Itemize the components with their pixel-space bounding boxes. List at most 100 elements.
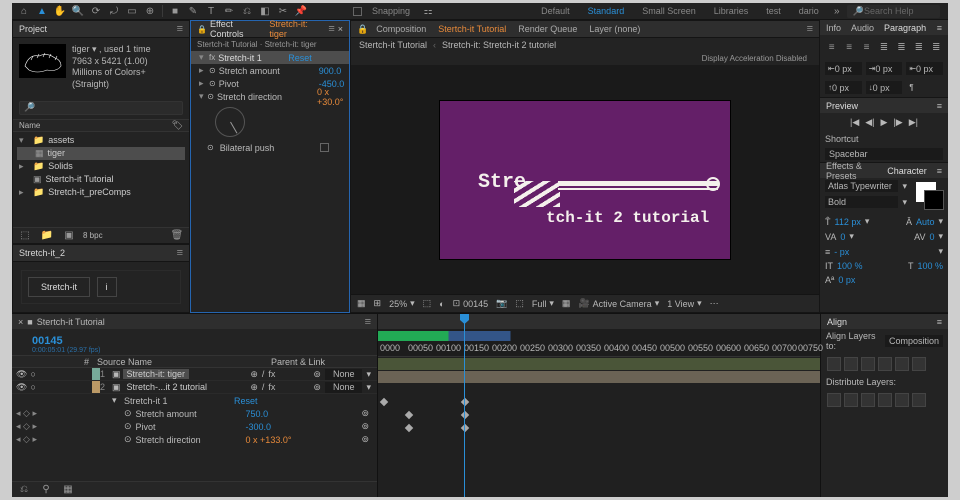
baseline[interactable]: 0 px [838,275,855,285]
keyframe[interactable] [461,411,469,419]
vf-channel-icon[interactable]: ◐ [439,299,444,309]
panel-menu-icon[interactable]: ≡ [937,101,942,111]
solo-icon[interactable]: ○ [30,369,35,380]
align-bottom-icon[interactable] [912,357,926,371]
solo-icon[interactable]: ○ [30,382,35,393]
font-family[interactable]: Atlas Typewriter [825,180,898,192]
layer-tab[interactable]: Layer (none) [585,24,644,34]
col-name[interactable]: Name [19,121,40,130]
prop-stretch-amount[interactable]: ◂ ◇ ▸⊙Stretch amount750.0⊚ [12,407,377,420]
param-stretch-amount[interactable]: Stretch amount [219,66,319,76]
stretch-it-info-button[interactable]: i [97,277,117,297]
dist-right-icon[interactable] [912,393,926,407]
vf-snapshot-icon[interactable]: 📷 [496,298,507,309]
para-rtl-icon[interactable]: ¶ [906,81,943,94]
align-right-icon[interactable]: ≡ [860,39,873,55]
tree-item-tiger[interactable]: ▦tiger [17,147,185,160]
first-frame-icon[interactable]: |◀ [850,117,859,128]
effect-name[interactable]: Stretch-it 1 [218,53,288,63]
align-left-icon[interactable] [827,357,841,371]
align-right-icon[interactable] [861,357,875,371]
panel-menu-icon[interactable]: ≡ [937,317,942,327]
shy-icon[interactable]: ⚲ [38,482,54,498]
tab-paragraph[interactable]: Paragraph [884,23,926,33]
angle-control[interactable] [215,107,245,137]
eraser-tool-icon[interactable]: ◧ [257,3,273,19]
breadcrumb-child[interactable]: Stretch-it: Stretch-it 2 tutoriel [442,40,556,50]
workspace-small[interactable]: Small Screen [634,6,704,16]
tree-folder-precomps[interactable]: ▸📁Stretch-it_preComps [17,186,185,199]
last-frame-icon[interactable]: ▶| [909,117,918,128]
bilateral-checkbox[interactable] [320,143,329,152]
comp-stage[interactable]: Stre tch-it 2 tutorial [440,101,730,259]
timeline-timecode-area[interactable]: 00145 0:00:05:01 (29.97 fps) [12,329,377,355]
toggle-switches-icon[interactable]: ⎌ [16,482,32,498]
panel-menu-icon[interactable]: ≡ [937,166,942,176]
playhead[interactable] [464,314,465,497]
tree-folder-solids[interactable]: ▸📁Solids [17,160,185,173]
effect-controls-tab[interactable]: Effect Controls [210,19,266,39]
workspace-overflow-icon[interactable]: » [829,3,845,19]
keyframe[interactable] [461,424,469,432]
bpc-toggle[interactable]: 8 bpc [83,231,103,240]
vf-alpha-icon[interactable]: ▦ [357,298,366,309]
workspace-test[interactable]: test [758,6,789,16]
keyframe[interactable] [461,398,469,406]
workspace-standard[interactable]: Standard [580,6,633,16]
brush-tool-icon[interactable]: ✏ [221,3,237,19]
timeline-track-area[interactable]: 0000 00050 00100 00150 00200 00250 00300… [378,314,820,497]
snapping-checkbox[interactable] [353,7,362,16]
scale-y[interactable]: 100 % [917,261,943,271]
dist-hcenter-icon[interactable] [895,393,909,407]
hand-tool-icon[interactable]: ✋ [52,3,68,19]
tracking[interactable]: 0 [929,232,934,242]
font-weight[interactable]: Bold [825,196,898,208]
pan-behind-tool-icon[interactable]: ⊕ [142,3,158,19]
frame-blend-icon[interactable]: ▦ [60,482,76,498]
align-left-icon[interactable]: ≡ [825,39,838,55]
panel-menu-icon[interactable]: ≡ [177,23,183,35]
project-search[interactable]: 🔎 [19,101,183,115]
selection-tool-icon[interactable]: ▲ [34,3,50,19]
dist-top-icon[interactable] [827,393,841,407]
timeline-tab[interactable]: Stertch-it Tutorial [37,317,105,327]
vf-time[interactable]: ⊡ 00145 [453,298,489,309]
vf-3d-icon[interactable]: ▦ [562,298,571,309]
tab-info[interactable]: Info [826,23,841,33]
align-top-icon[interactable] [878,357,892,371]
project-tab[interactable]: Project [19,24,47,34]
param-pivot[interactable]: Pivot [219,79,319,89]
param-direction-val[interactable]: 0 x +30.0° [317,87,349,107]
justify-left-icon[interactable]: ≣ [877,39,890,55]
layer-row-1[interactable]: 👁○ 1 ▣ Stretch-it: tiger ⊕/fx⊚None▾ [12,368,377,381]
scale-x[interactable]: 100 % [837,261,863,271]
vf-res-icon[interactable]: ⬚ [423,298,432,309]
close-icon[interactable]: × [338,24,343,34]
tab-character[interactable]: Character [887,166,927,176]
layer-name-1[interactable]: Stretch-it: tiger [123,369,190,379]
keyframe[interactable] [380,398,388,406]
col-tag-icon[interactable]: 🏷 [172,120,183,131]
home-icon[interactable]: ⌂ [16,3,32,19]
layer-bar-2[interactable] [378,371,820,383]
align-center-icon[interactable]: ≡ [842,39,855,55]
vf-zoom[interactable]: 25% ▾ [389,298,415,309]
color-swatches[interactable] [912,178,948,214]
keyframe[interactable] [405,411,413,419]
prev-frame-icon[interactable]: ◀| [865,117,874,128]
layer-row-2[interactable]: 👁○ 2 ▣ Stretch-...it 2 tutorial ⊕/fx⊚Non… [12,381,377,394]
vf-resolution[interactable]: Full ▾ [532,298,554,309]
render-queue-tab[interactable]: Render Queue [514,24,581,34]
parent-2[interactable]: None [325,382,363,393]
param-bilateral[interactable]: Bilateral push [220,143,320,153]
search-help-input[interactable] [864,6,934,16]
close-icon[interactable]: × [18,317,23,327]
space-after[interactable]: ↓ 0 px [866,81,903,94]
puppet-tool-icon[interactable]: 📌 [293,3,309,19]
workspace-dario[interactable]: dario [791,6,827,16]
orbit-tool-icon[interactable]: ⟳ [88,3,104,19]
eye-icon[interactable]: 👁 [16,382,27,393]
stretch-it-button[interactable]: Stretch-it [28,277,90,297]
search-help[interactable]: 🔎 [847,5,940,18]
align-hcenter-icon[interactable] [844,357,858,371]
